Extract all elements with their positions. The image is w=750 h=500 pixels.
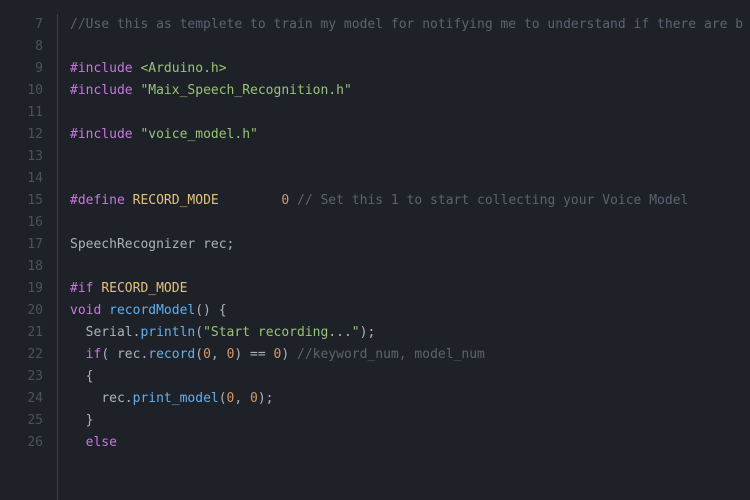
code-editor[interactable]: 7891011121314151617181920212223242526 //… <box>0 0 750 500</box>
token-punct: , <box>211 347 227 362</box>
token-punct: ( <box>195 347 203 362</box>
token-punct: ( <box>219 391 227 406</box>
line-number: 18 <box>0 256 43 278</box>
token-funcname: record <box>148 347 195 362</box>
token-define: RECORD_MODE <box>101 281 187 296</box>
token-punct: ) == <box>234 347 273 362</box>
token-string: "voice_model.h" <box>140 127 257 142</box>
code-line[interactable] <box>70 102 750 124</box>
code-line[interactable]: #include <Arduino.h> <box>70 58 750 80</box>
line-number: 25 <box>0 410 43 432</box>
token-ident: rec <box>117 347 140 362</box>
code-line[interactable]: rec.print_model(0, 0); <box>70 388 750 410</box>
token-funcname: println <box>140 325 195 340</box>
line-number: 16 <box>0 212 43 234</box>
token-keyword: if <box>86 347 102 362</box>
line-number: 10 <box>0 80 43 102</box>
token-keyword: void <box>70 303 109 318</box>
token-punct: ; <box>227 237 235 252</box>
line-number: 19 <box>0 278 43 300</box>
line-number: 26 <box>0 432 43 454</box>
token-define: RECORD_MODE <box>133 193 282 208</box>
token-comment: // Set this 1 to start collecting your V… <box>297 193 688 208</box>
code-line[interactable] <box>70 256 750 278</box>
code-line[interactable]: #include "Maix_Speech_Recognition.h" <box>70 80 750 102</box>
token-punct: ); <box>360 325 376 340</box>
code-line[interactable]: SpeechRecognizer rec; <box>70 234 750 256</box>
token-keyword: else <box>86 435 117 450</box>
code-line[interactable]: #if RECORD_MODE <box>70 278 750 300</box>
token-preproc: #define <box>70 193 133 208</box>
code-line[interactable]: Serial.println("Start recording..."); <box>70 322 750 344</box>
token-punct: ( <box>101 347 117 362</box>
token-number: 0 <box>250 391 258 406</box>
token-header: <Arduino.h> <box>140 61 226 76</box>
token-preproc: #include <box>70 61 140 76</box>
token-punct <box>70 391 101 406</box>
code-line[interactable]: #define RECORD_MODE 0 // Set this 1 to s… <box>70 190 750 212</box>
token-comment: //Use this as templete to train my model… <box>70 17 743 32</box>
token-punct: } <box>70 413 93 428</box>
token-preproc: #include <box>70 83 140 98</box>
token-punct: { <box>70 369 93 384</box>
token-punct <box>70 435 86 450</box>
token-string: "Maix_Speech_Recognition.h" <box>140 83 351 98</box>
line-number: 20 <box>0 300 43 322</box>
code-line[interactable]: else <box>70 432 750 454</box>
token-punct: , <box>234 391 250 406</box>
code-line[interactable] <box>70 212 750 234</box>
token-funcname: print_model <box>133 391 219 406</box>
code-area[interactable]: //Use this as templete to train my model… <box>58 14 750 500</box>
line-number: 22 <box>0 344 43 366</box>
line-number: 15 <box>0 190 43 212</box>
code-line[interactable]: #include "voice_model.h" <box>70 124 750 146</box>
code-line[interactable]: if( rec.record(0, 0) == 0) //keyword_num… <box>70 344 750 366</box>
token-punct: . <box>125 391 133 406</box>
token-string: "Start recording..." <box>203 325 360 340</box>
code-line[interactable]: { <box>70 366 750 388</box>
token-ident: rec <box>101 391 124 406</box>
line-number: 11 <box>0 102 43 124</box>
token-ident: rec <box>203 237 226 252</box>
token-preproc: #if <box>70 281 101 296</box>
code-line[interactable] <box>70 168 750 190</box>
code-line[interactable] <box>70 146 750 168</box>
code-line[interactable]: void recordModel() { <box>70 300 750 322</box>
token-number: 0 <box>203 347 211 362</box>
token-punct <box>70 347 86 362</box>
line-number: 23 <box>0 366 43 388</box>
line-number: 8 <box>0 36 43 58</box>
line-number-gutter: 7891011121314151617181920212223242526 <box>0 14 58 500</box>
token-punct: () { <box>195 303 226 318</box>
code-line[interactable]: } <box>70 410 750 432</box>
line-number: 24 <box>0 388 43 410</box>
token-funcname: recordModel <box>109 303 195 318</box>
line-number: 14 <box>0 168 43 190</box>
line-number: 13 <box>0 146 43 168</box>
line-number: 12 <box>0 124 43 146</box>
token-comment: //keyword_num, model_num <box>297 347 485 362</box>
token-punct: ) <box>281 347 297 362</box>
token-punct: ); <box>258 391 274 406</box>
token-preproc: #include <box>70 127 140 142</box>
line-number: 17 <box>0 234 43 256</box>
token-number: 0 <box>281 193 289 208</box>
line-number: 21 <box>0 322 43 344</box>
line-number: 7 <box>0 14 43 36</box>
token-punct: ( <box>195 325 203 340</box>
code-line[interactable]: //Use this as templete to train my model… <box>70 14 750 36</box>
code-line[interactable] <box>70 36 750 58</box>
token-punct <box>289 193 297 208</box>
token-punct <box>70 325 86 340</box>
line-number: 9 <box>0 58 43 80</box>
token-ident: Serial <box>86 325 133 340</box>
token-type: SpeechRecognizer <box>70 237 203 252</box>
